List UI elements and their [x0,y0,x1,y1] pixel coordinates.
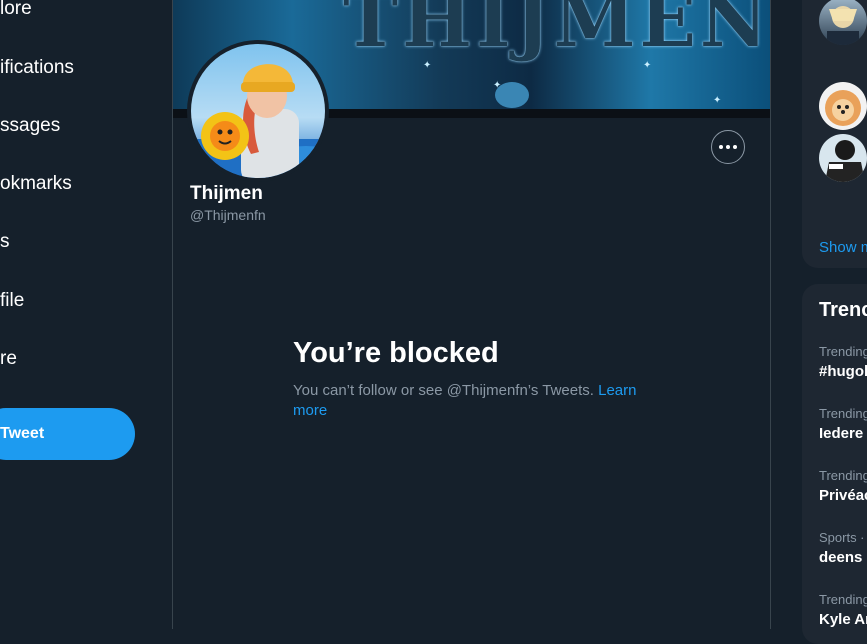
trend-meta: Sports · [819,530,865,545]
trends-title: Trenc [819,299,867,321]
more-dots-icon [719,145,723,149]
tweet-button[interactable]: Tweet [0,408,135,460]
blocked-message-text: You can’t follow or see @Thijmenfn’s Twe… [293,382,594,399]
show-more-link[interactable]: Show m [819,239,867,256]
profile-column: THIJMEN ✦ ✦ ✦ ✦ Thijmen @Thijmenfn You’r… [172,0,771,629]
who-to-follow-card: Show m [802,0,867,268]
more-options-button[interactable] [711,130,745,164]
trend-meta: Trending [819,344,867,359]
blocked-title: You’re blocked [293,337,499,369]
trend-meta: Trending [819,406,867,421]
trends-card: Trenc Trending #hugob Trending Iedere Tr… [802,284,867,644]
nav-item-bookmarks[interactable]: okmarks [0,173,72,195]
trend-name: deens [819,549,863,566]
nav-item-explore[interactable]: lore [0,0,32,20]
avatar-illustration [191,64,325,178]
nav-item-notifications[interactable]: ifications [0,57,74,79]
more-dot [726,145,730,149]
banner-title-text: THIJMEN [343,0,770,64]
trend-name: #hugob [819,363,867,380]
nav-item-more[interactable]: re [0,348,17,370]
sparkle-icon: ✦ [423,60,432,71]
nav-item-profile[interactable]: file [0,290,24,312]
nav-item-lists[interactable]: s [0,231,10,253]
profile-handle: @Thijmenfn [190,207,266,223]
suggested-user-avatar[interactable] [819,0,867,45]
trend-name: Kyle Ar [819,611,867,628]
trend-name: Privéac [819,487,867,504]
sparkle-icon: ✦ [643,60,652,71]
nav-item-messages[interactable]: ssages [0,115,60,137]
profile-display-name: Thijmen [190,183,263,204]
blocked-message: You can’t follow or see @Thijmenfn’s Twe… [293,381,653,421]
suggested-user-avatar[interactable] [819,82,867,130]
avatar-illustration [827,6,859,45]
more-dot [733,145,737,149]
suggested-user-avatar[interactable] [819,134,867,182]
avatar-illustration [825,90,861,126]
sparkle-icon: ✦ [713,95,722,106]
sidebar-nav: lore ifications ssages okmarks s file re… [0,0,172,629]
profile-avatar[interactable] [187,40,329,182]
avatar-image [191,44,325,178]
banner-orb [495,82,529,108]
avatar-illustration [825,140,865,182]
trend-name: Iedere [819,425,864,442]
trend-meta: Trending [819,468,867,483]
trend-meta: Trending [819,592,867,607]
